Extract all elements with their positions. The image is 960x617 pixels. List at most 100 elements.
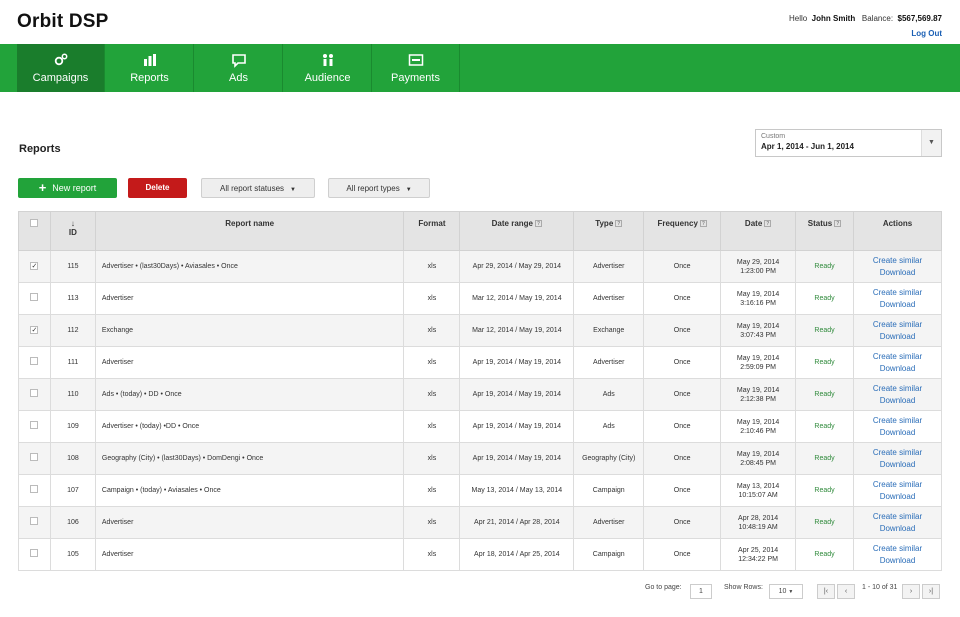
main-nav: Campaigns Reports Ads Audience Payments (0, 44, 960, 92)
download-link[interactable]: Download (854, 331, 941, 343)
show-rows-select[interactable]: 10 ▼ (769, 584, 803, 599)
row-checkbox[interactable] (30, 485, 39, 493)
row-select-cell[interactable] (18, 378, 51, 411)
row-select-cell[interactable] (18, 442, 51, 475)
show-rows-value: 10 (778, 588, 787, 595)
format-cell: xls (403, 346, 461, 379)
download-link[interactable]: Download (854, 459, 941, 471)
status-header[interactable]: Status? (795, 211, 854, 251)
create-similar-link[interactable]: Create similar (854, 287, 941, 299)
create-similar-link[interactable]: Create similar (854, 479, 941, 491)
help-icon[interactable]: ? (764, 220, 772, 227)
nav-ads[interactable]: Ads (195, 44, 283, 92)
last-page-button[interactable]: ›| (922, 584, 940, 599)
download-link[interactable]: Download (854, 555, 941, 567)
create-similar-link[interactable]: Create similar (854, 511, 941, 523)
format-header[interactable]: Format (403, 211, 461, 251)
logout-link[interactable]: Log Out (789, 26, 942, 41)
nav-label: Reports (130, 72, 169, 84)
id-header[interactable]: ↓ ID (49, 211, 96, 251)
help-icon[interactable]: ? (535, 220, 543, 227)
goto-page-input[interactable]: 1 (690, 584, 712, 599)
id-cell: 105 (49, 538, 96, 571)
nav-payments[interactable]: Payments (372, 44, 460, 92)
help-icon[interactable]: ? (834, 220, 842, 227)
row-checkbox[interactable] (30, 453, 39, 461)
download-link[interactable]: Download (854, 523, 941, 535)
frequency-header[interactable]: Frequency? (643, 211, 722, 251)
new-report-label: New report (52, 183, 97, 193)
id-cell: 110 (49, 378, 96, 411)
type-filter-label: All report types (346, 184, 400, 193)
create-similar-link[interactable]: Create similar (854, 383, 941, 395)
download-link[interactable]: Download (854, 491, 941, 503)
download-link[interactable]: Download (854, 395, 941, 407)
row-checkbox[interactable]: ✓ (30, 262, 39, 270)
download-link[interactable]: Download (854, 427, 941, 439)
date-value: Apr 25, 2014 (738, 546, 779, 554)
row-checkbox[interactable] (30, 549, 39, 557)
nav-campaigns[interactable]: Campaigns (17, 44, 105, 92)
status-filter-select[interactable]: All report statuses ▼ (201, 178, 315, 198)
row-select-cell[interactable] (18, 474, 51, 507)
table-row: 107 Campaign • (today) • Aviasales • Once… (18, 474, 942, 507)
row-checkbox[interactable]: ✓ (30, 326, 39, 334)
row-checkbox[interactable] (30, 389, 39, 397)
nav-reports[interactable]: Reports (106, 44, 194, 92)
time-value: 10:48:19 AM (738, 523, 778, 531)
row-select-cell[interactable]: ✓ (18, 250, 51, 283)
date-range-value: Apr 1, 2014 - Jun 1, 2014 (761, 142, 854, 151)
date-cell: May 19, 2014 2:12:38 PM (720, 378, 797, 411)
help-icon[interactable]: ? (699, 220, 707, 227)
date-range-picker[interactable]: Custom Apr 1, 2014 - Jun 1, 2014 ▼ (755, 129, 942, 157)
range-header[interactable]: Date range? (459, 211, 575, 251)
create-similar-link[interactable]: Create similar (854, 543, 941, 555)
status-cell: Ready (795, 442, 854, 475)
create-similar-link[interactable]: Create similar (854, 255, 941, 267)
row-checkbox[interactable] (30, 293, 39, 301)
nav-audience[interactable]: Audience (284, 44, 372, 92)
row-select-cell[interactable] (18, 410, 51, 443)
download-link[interactable]: Download (854, 267, 941, 279)
first-page-button[interactable]: |‹ (817, 584, 835, 599)
row-select-cell[interactable] (18, 506, 51, 539)
show-rows-label: Show Rows: (724, 584, 763, 591)
type-header[interactable]: Type? (573, 211, 645, 251)
download-link[interactable]: Download (854, 363, 941, 375)
create-similar-link[interactable]: Create similar (854, 447, 941, 459)
row-select-cell[interactable] (18, 346, 51, 379)
row-select-cell[interactable]: ✓ (18, 314, 51, 347)
report-name-cell: Advertiser • (today) •DD • Once (94, 410, 405, 443)
delete-button[interactable]: Delete (128, 178, 187, 198)
date-value: Apr 28, 2014 (738, 514, 779, 522)
row-select-cell[interactable] (18, 282, 51, 315)
report-name-cell: Campaign • (today) • Aviasales • Once (94, 474, 405, 507)
create-similar-link[interactable]: Create similar (854, 415, 941, 427)
format-cell: xls (403, 378, 461, 411)
row-checkbox[interactable] (30, 357, 39, 365)
help-icon[interactable]: ? (615, 220, 623, 227)
date-header[interactable]: Date? (720, 211, 797, 251)
download-link[interactable]: Download (854, 299, 941, 311)
select-all-header[interactable] (18, 211, 51, 251)
date-range-cell: Mar 12, 2014 / May 19, 2014 (459, 282, 575, 315)
time-value: 1:23:00 PM (740, 267, 776, 275)
select-all-checkbox[interactable] (30, 219, 39, 227)
new-report-button[interactable]: + New report (18, 178, 117, 198)
page-range-text: 1 - 10 of 31 (862, 584, 898, 591)
chevron-down-icon[interactable]: ▼ (921, 130, 941, 156)
name-header[interactable]: Report name (94, 211, 405, 251)
id-header-label: ID (68, 228, 77, 237)
actions-cell: Create similar Download (853, 378, 942, 411)
format-cell: xls (403, 506, 461, 539)
date-cell: May 19, 2014 3:16:16 PM (720, 282, 797, 315)
create-similar-link[interactable]: Create similar (854, 319, 941, 331)
row-checkbox[interactable] (30, 517, 39, 525)
table-row: 110 Ads • (today) • DD • Once xls Apr 19, 2… (18, 378, 942, 411)
next-page-button[interactable]: › (902, 584, 920, 599)
row-checkbox[interactable] (30, 421, 39, 429)
type-filter-select[interactable]: All report types ▼ (328, 178, 430, 198)
prev-page-button[interactable]: ‹ (837, 584, 855, 599)
row-select-cell[interactable] (18, 538, 51, 571)
create-similar-link[interactable]: Create similar (854, 351, 941, 363)
